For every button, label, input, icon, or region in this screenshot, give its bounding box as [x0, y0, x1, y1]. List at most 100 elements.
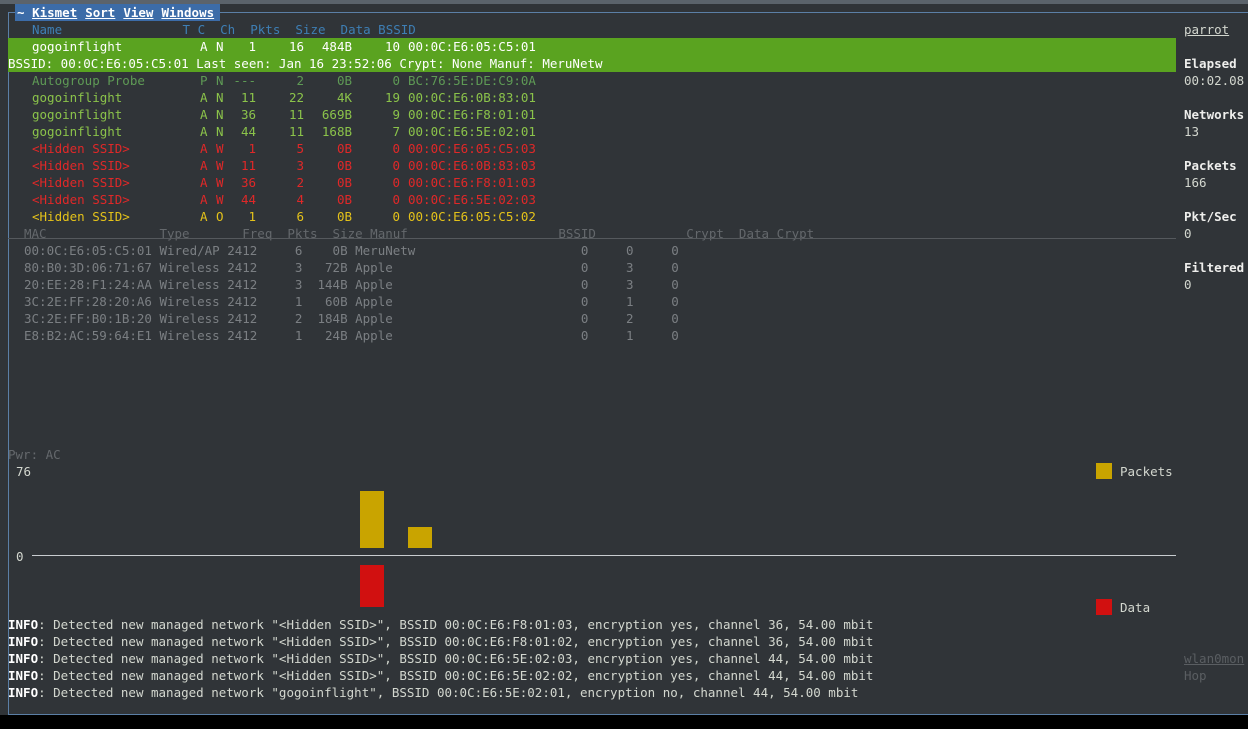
client-list-header: MAC Type Freq Pkts Size Manuf BSSID Cryp… [24, 226, 815, 241]
network-channel: 11 [240, 158, 256, 173]
network-bssid: 00:0C:E6:0B:83:03 [408, 158, 536, 173]
network-bssid: 00:0C:E6:5E:02:01 [408, 124, 536, 139]
network-data: 9 [392, 107, 400, 122]
network-data: 10 [384, 39, 400, 54]
network-packets: 2 [296, 175, 304, 190]
network-data: 0 [392, 73, 400, 88]
network-row[interactable]: Autogroup Probe P N --- 2 0B 0 BC:76:5E:… [8, 72, 1176, 89]
data-bar [360, 565, 384, 607]
network-data: 0 [392, 209, 400, 224]
stat-pktsec-label: Pkt/Sec [1184, 209, 1237, 224]
client-row[interactable]: E8:B2:AC:59:64:E1 Wireless 2412 1 24B Ap… [24, 327, 1192, 344]
stat-packets-label: Packets [1184, 158, 1237, 173]
network-name: gogoinflight [32, 124, 123, 139]
network-packets: 4 [296, 192, 304, 207]
menu-kismet[interactable]: Kismet [32, 5, 77, 20]
graph-y-zero-label: 0 [16, 549, 24, 564]
client-row[interactable]: 00:0C:E6:05:C5:01 Wired/AP 2412 6 0B Mer… [24, 242, 1192, 259]
capture-interface: wlan0mon [1184, 651, 1245, 666]
network-packets: 11 [288, 107, 304, 122]
stat-filtered-value: 0 [1184, 277, 1192, 292]
stat-elapsed-value: 00:02.08 [1184, 73, 1245, 88]
network-name: <Hidden SSID> [32, 158, 130, 173]
log-line: INFO: Detected new managed network "<Hid… [8, 633, 873, 650]
network-name: <Hidden SSID> [32, 141, 130, 156]
log-line: INFO: Detected new managed network "gogo… [8, 684, 858, 701]
network-size: 0B [336, 209, 352, 224]
network-bssid: 00:0C:E6:F8:01:01 [408, 107, 536, 122]
power-status: Pwr: AC [8, 447, 61, 462]
network-row[interactable]: <Hidden SSID> A W 36 2 0B 0 00:0C:E6:F8:… [8, 174, 1176, 191]
stat-pktsec-value: 0 [1184, 226, 1192, 241]
network-channel: 36 [240, 175, 256, 190]
channel-hop-status: Hop [1184, 668, 1207, 683]
client-row[interactable]: 3C:2E:FF:28:20:A6 Wireless 2412 1 60B Ap… [24, 293, 1192, 310]
network-data: 19 [384, 90, 400, 105]
packets-bar [360, 491, 384, 548]
network-packets: 5 [296, 141, 304, 156]
network-crypt: N [216, 39, 224, 54]
network-packets: 6 [296, 209, 304, 224]
network-row[interactable]: <Hidden SSID> A W 1 5 0B 0 00:0C:E6:05:C… [8, 140, 1176, 157]
network-channel: 1 [248, 39, 256, 54]
menu-view-label: View [123, 5, 154, 20]
log-line: INFO: Detected new managed network "<Hid… [8, 667, 873, 684]
network-size: 0B [336, 73, 352, 88]
network-channel: --- [233, 73, 256, 88]
network-row[interactable]: <Hidden SSID> A O 1 6 0B 0 00:0C:E6:05:C… [8, 208, 1176, 225]
menu-kismet-label: Kismet [32, 5, 78, 20]
network-name: <Hidden SSID> [32, 175, 130, 190]
network-type: A [200, 158, 208, 173]
menu-sort[interactable]: Sort [85, 5, 115, 20]
network-name: gogoinflight [32, 39, 123, 54]
log-line: INFO: Detected new managed network "<Hid… [8, 616, 873, 633]
log-tag: INFO [8, 685, 39, 700]
menu-windows[interactable]: Windows [161, 5, 214, 20]
packets-bar [408, 527, 432, 548]
network-data: 0 [392, 192, 400, 207]
log-message: : Detected new managed network "gogoinfl… [38, 685, 859, 700]
network-channel: 1 [248, 141, 256, 156]
network-row[interactable]: <Hidden SSID> A W 44 4 0B 0 00:0C:E6:5E:… [8, 191, 1176, 208]
log-message: : Detected new managed network "<Hidden … [38, 668, 874, 683]
network-crypt: N [216, 107, 224, 122]
network-row[interactable]: gogoinflight A N 44 11 168B 7 00:0C:E6:5… [8, 123, 1176, 140]
network-type: P [200, 73, 208, 88]
network-name: gogoinflight [32, 107, 123, 122]
network-data: 7 [392, 124, 400, 139]
network-packets: 11 [288, 124, 304, 139]
network-bssid: 00:0C:E6:05:C5:02 [408, 209, 536, 224]
network-size: 4K [336, 90, 352, 105]
network-crypt: N [216, 73, 224, 88]
network-channel: 36 [240, 107, 256, 122]
network-bssid: 00:0C:E6:F8:01:03 [408, 175, 536, 190]
network-crypt: W [216, 175, 224, 190]
stat-packets-value: 166 [1184, 175, 1207, 190]
log-message: : Detected new managed network "<Hidden … [38, 634, 874, 649]
network-type: A [200, 90, 208, 105]
network-row[interactable]: <Hidden SSID> A W 11 3 0B 0 00:0C:E6:0B:… [8, 157, 1176, 174]
stat-networks-label: Networks [1184, 107, 1245, 122]
network-row[interactable]: gogoinflight A N 11 22 4K 19 00:0C:E6:0B… [8, 89, 1176, 106]
network-packets: 22 [288, 90, 304, 105]
network-crypt: W [216, 141, 224, 156]
network-crypt: W [216, 192, 224, 207]
stat-filtered-label: Filtered [1184, 260, 1245, 275]
network-name: <Hidden SSID> [32, 192, 130, 207]
network-bssid: BC:76:5E:DE:C9:0A [408, 73, 536, 88]
menu-prefix: ~ [17, 5, 25, 20]
network-row-selected[interactable]: gogoinflight A N 1 16 484B 10 00:0C:E6:0… [8, 38, 1176, 55]
network-row[interactable]: gogoinflight A N 36 11 669B 9 00:0C:E6:F… [8, 106, 1176, 123]
network-crypt: N [216, 90, 224, 105]
menu-view[interactable]: View [123, 5, 153, 20]
network-bssid: 00:0C:E6:0B:83:01 [408, 90, 536, 105]
network-size: 168B [321, 124, 352, 139]
network-type: A [200, 124, 208, 139]
client-row[interactable]: 20:EE:28:F1:24:AA Wireless 2412 3 144B A… [24, 276, 1192, 293]
network-name: <Hidden SSID> [32, 209, 130, 224]
client-row[interactable]: 80:B0:3D:06:71:67 Wireless 2412 3 72B Ap… [24, 259, 1192, 276]
client-row[interactable]: 3C:2E:FF:B0:1B:20 Wireless 2412 2 184B A… [24, 310, 1192, 327]
stat-networks-value: 13 [1184, 124, 1200, 139]
network-channel: 11 [240, 90, 256, 105]
network-bssid: 00:0C:E6:05:C5:03 [408, 141, 536, 156]
